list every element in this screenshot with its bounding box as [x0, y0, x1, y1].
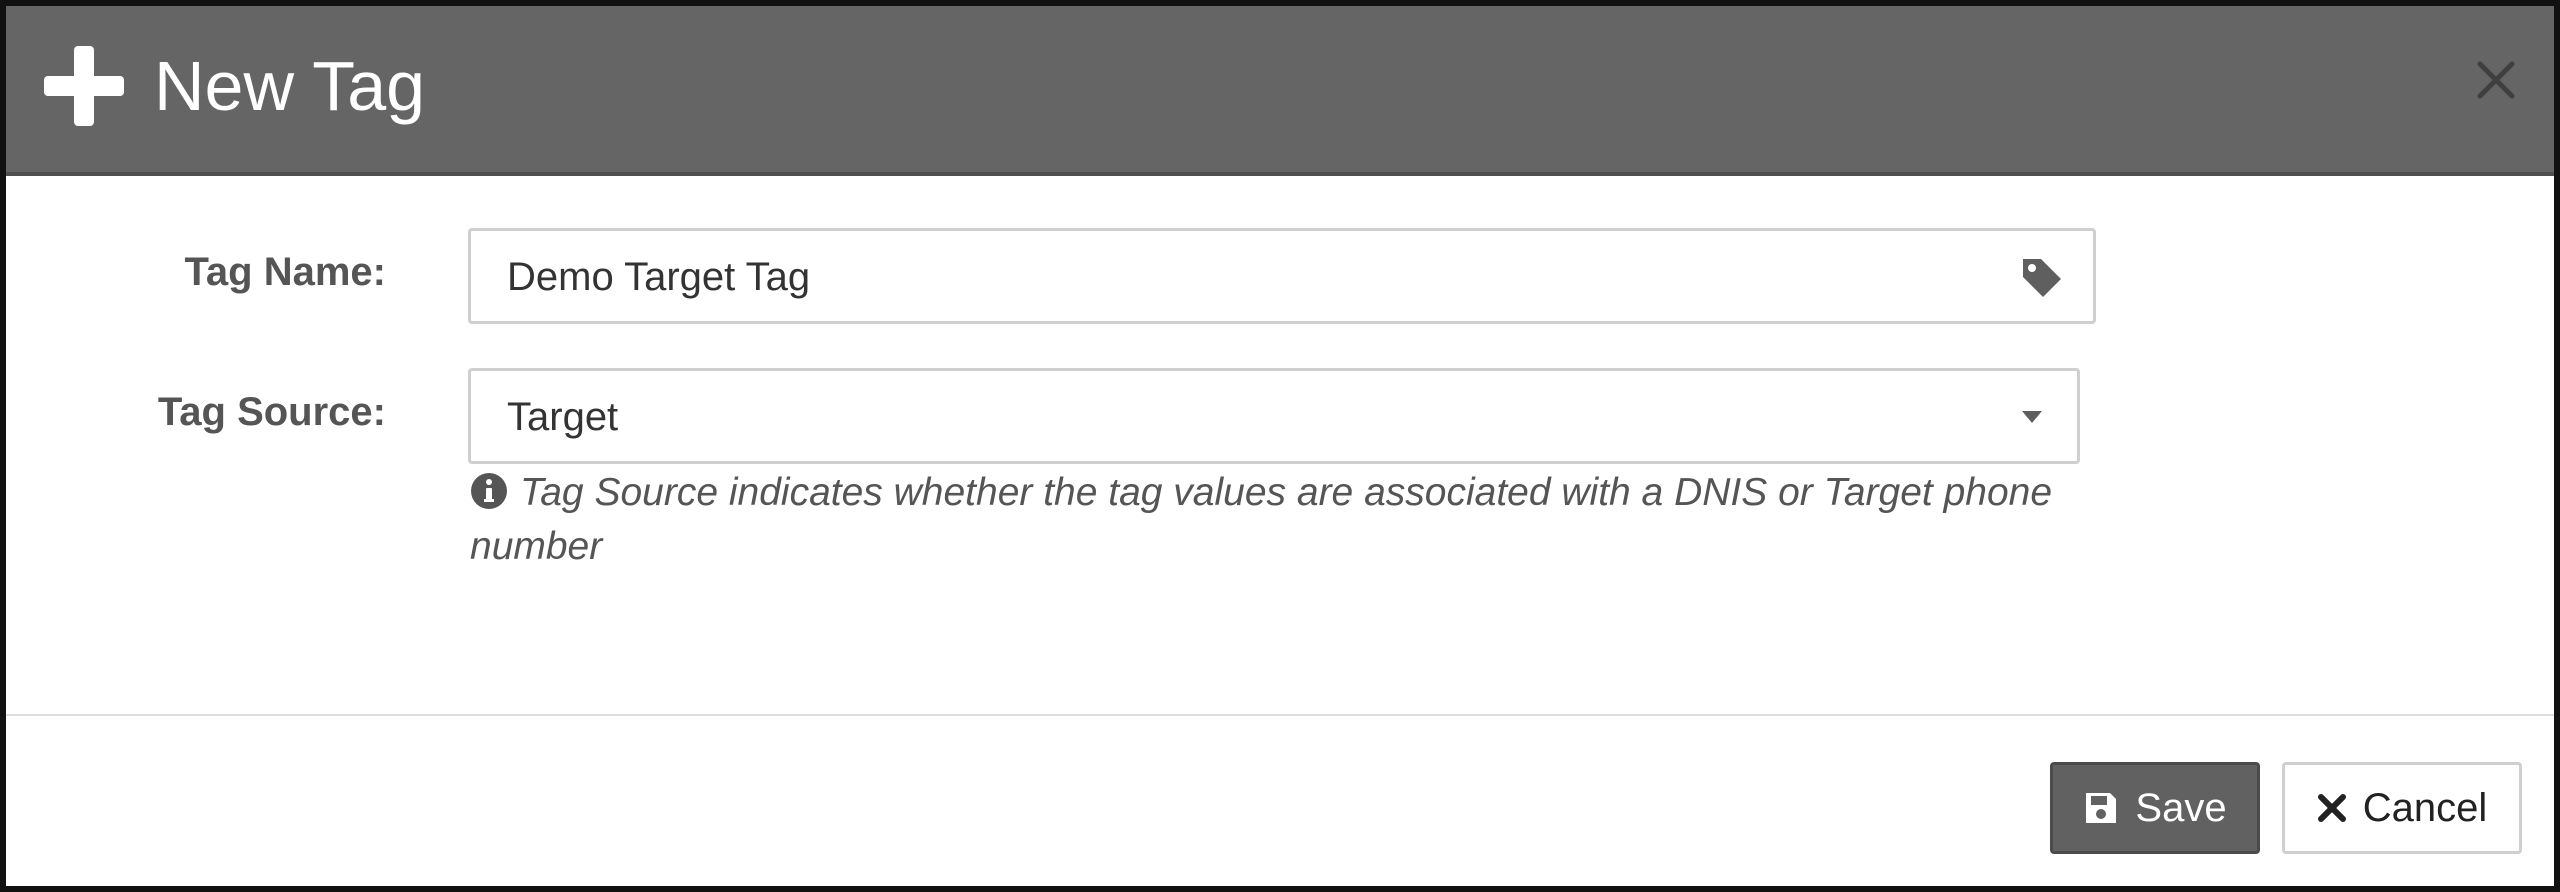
save-label: Save	[2135, 785, 2227, 830]
tag-source-label: Tag Source:	[157, 390, 386, 434]
cancel-label: Cancel	[2362, 785, 2488, 830]
tag-source-selected: Target	[507, 395, 619, 439]
plus-icon	[44, 46, 124, 126]
dialog-header: New Tag	[6, 6, 2554, 176]
dialog-title: New Tag	[154, 47, 426, 125]
tag-source-help: Tag Source indicates whether the tag val…	[470, 466, 2110, 574]
save-button[interactable]: Save	[2050, 762, 2260, 854]
times-icon	[2317, 794, 2346, 822]
new-tag-dialog: New Tag Tag Name: Demo Target Tag Tag So…	[0, 0, 2560, 892]
chevron-down-icon	[2022, 411, 2042, 423]
help-text: Tag Source indicates whether the tag val…	[470, 471, 2053, 568]
cancel-button[interactable]: Cancel	[2282, 762, 2522, 854]
info-icon	[471, 473, 507, 509]
tag-source-select[interactable]: Target	[468, 368, 2080, 464]
close-icon[interactable]	[2474, 58, 2518, 102]
tag-name-value: Demo Target Tag	[507, 255, 811, 299]
footer-divider	[6, 714, 2554, 716]
tag-name-label: Tag Name:	[184, 250, 386, 294]
tag-name-input[interactable]: Demo Target Tag	[468, 228, 2096, 324]
tag-icon	[2023, 259, 2061, 297]
save-icon	[2086, 793, 2117, 823]
